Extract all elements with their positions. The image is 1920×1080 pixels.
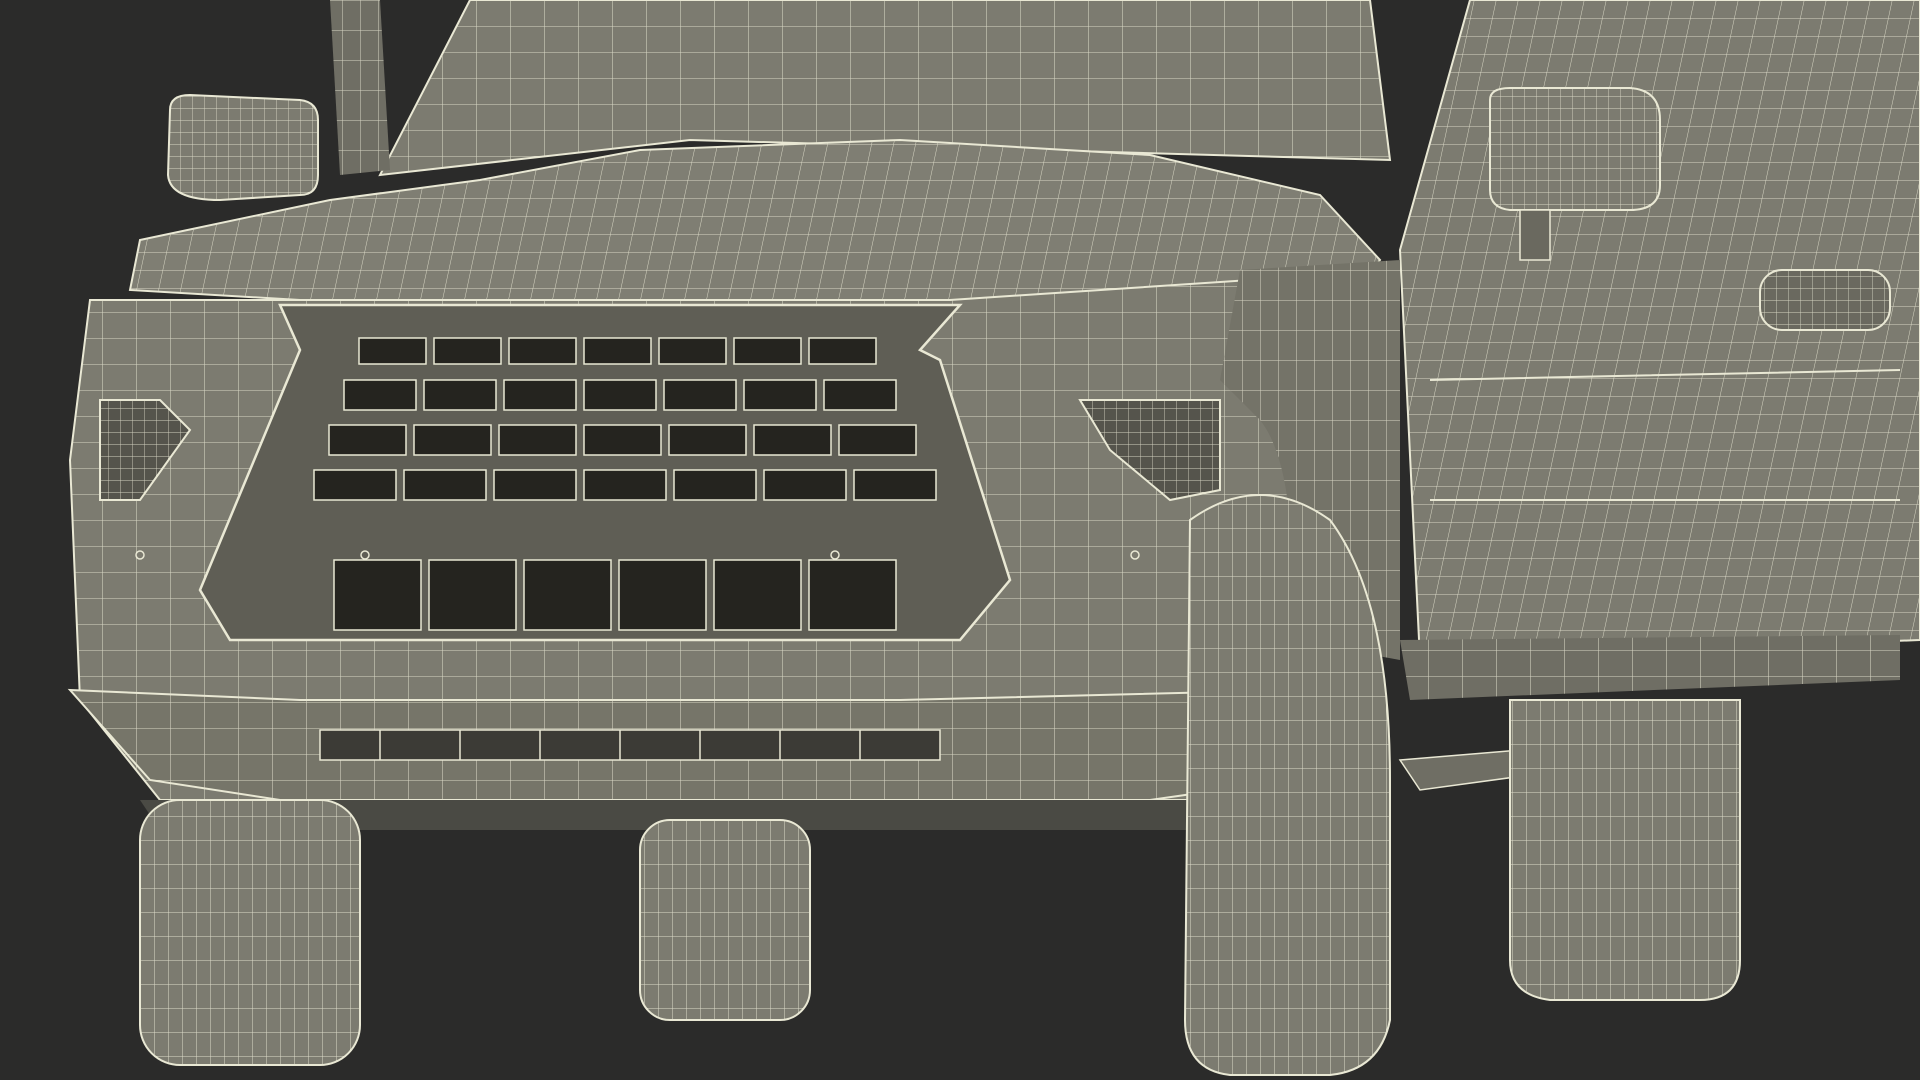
wireframe-render	[0, 0, 1920, 1080]
grille-opening	[358, 337, 427, 365]
grille-opening	[753, 424, 832, 456]
lower-bumper	[67, 688, 1302, 801]
grille-opening	[583, 379, 657, 411]
grille-opening	[328, 424, 407, 456]
grille-opening	[503, 379, 577, 411]
grille-openings	[313, 337, 937, 631]
grille-opening	[853, 469, 937, 501]
grille-opening	[618, 559, 707, 631]
door-handle	[1759, 269, 1891, 331]
grille-opening	[493, 469, 577, 501]
grille-opening	[413, 424, 492, 456]
grille-opening	[808, 559, 897, 631]
front-tire-left	[139, 799, 361, 1066]
grille-opening	[498, 424, 577, 456]
grille-opening	[343, 379, 417, 411]
grille-opening	[428, 559, 517, 631]
grille-opening	[808, 337, 877, 365]
grille-opening	[583, 469, 667, 501]
grille-opening	[433, 337, 502, 365]
grille-opening	[663, 379, 737, 411]
vehicle-wireframe	[67, 0, 1920, 1076]
grille-opening	[763, 469, 847, 501]
grille-opening	[838, 424, 917, 456]
grille-opening	[313, 469, 397, 501]
front-tire-right	[1183, 494, 1391, 1076]
a-pillar-left	[330, 0, 390, 175]
grille-opening	[713, 559, 802, 631]
grille-opening	[733, 337, 802, 365]
grille-opening	[668, 424, 747, 456]
grille-opening	[423, 379, 497, 411]
grille-opening	[403, 469, 487, 501]
grille-opening	[508, 337, 577, 365]
rear-tire-right	[1509, 699, 1741, 1001]
grille-opening	[583, 424, 662, 456]
grille-opening	[333, 559, 422, 631]
grille-opening	[523, 559, 612, 631]
grille-opening	[823, 379, 897, 411]
side-mirror-left	[166, 93, 319, 202]
grille-opening	[583, 337, 652, 365]
grille-opening	[658, 337, 727, 365]
rear-tire-center	[639, 819, 811, 1021]
grille-opening	[743, 379, 817, 411]
grille-opening	[673, 469, 757, 501]
